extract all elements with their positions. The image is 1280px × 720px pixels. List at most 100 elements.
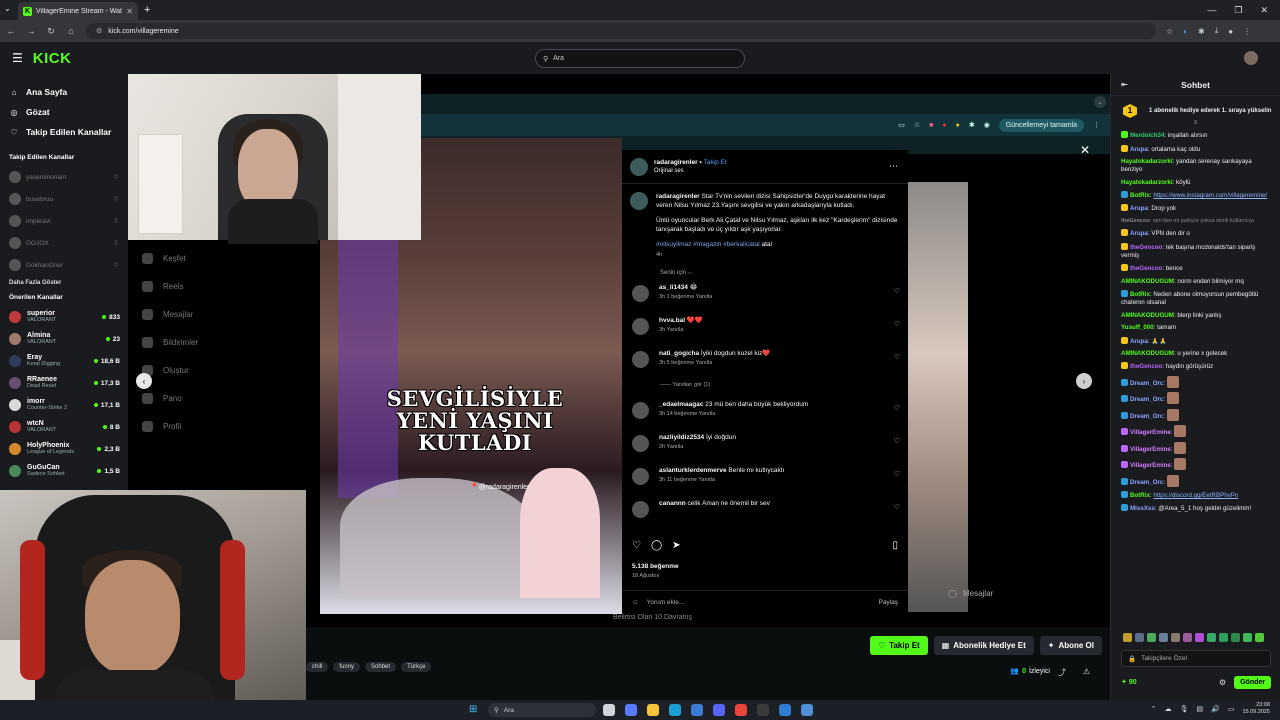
tab-close-icon[interactable]: ✕: [126, 7, 133, 16]
browser-tab[interactable]: K VillagerEmine Stream - Wat ✕: [18, 2, 138, 20]
task-view-icon[interactable]: [603, 704, 615, 716]
pen-app-icon[interactable]: [801, 704, 813, 716]
subscribe-button[interactable]: ✦ Abone Ol: [1039, 636, 1102, 655]
chat-link[interactable]: https://www.instagram.com/villageremine/: [1153, 192, 1267, 199]
chat-username[interactable]: MissXss: [1130, 505, 1155, 512]
emote-5[interactable]: [1171, 633, 1180, 642]
tag-chip[interactable]: funny: [333, 662, 361, 672]
recommended-channel[interactable]: wtcN VALORANT 8 B: [0, 416, 128, 438]
search-input[interactable]: ⚲ Ara: [535, 49, 745, 68]
recommended-channel[interactable]: GuGuCan Sadece Sohbet 1,5 B: [0, 460, 128, 482]
recommended-channel[interactable]: imorr Counter-Strike 2 17,1 B: [0, 394, 128, 416]
kick-logo[interactable]: KICK: [33, 50, 72, 67]
tag-chip[interactable]: Türkçe: [401, 662, 432, 672]
chat-username[interactable]: Dream_Orc: [1130, 479, 1163, 486]
followed-channel[interactable]: imperavi ⦸: [0, 210, 128, 232]
pinned-message[interactable]: 1 1 abonelik hediye ederek 1. sıraya yük…: [1111, 96, 1280, 120]
sidebar-nav-item[interactable]: ◎ Gözat: [9, 102, 128, 122]
chat-username[interactable]: Dream_Orc: [1130, 396, 1163, 403]
chat-username[interactable]: BotRix: [1130, 291, 1150, 298]
send-button[interactable]: Gönder: [1234, 675, 1271, 689]
chrome-icon[interactable]: [735, 704, 747, 716]
chat-username[interactable]: Merdoich34: [1130, 132, 1164, 139]
recommended-channel[interactable]: RRaenee Dead Reset 17,3 B: [0, 372, 128, 394]
recommended-channel[interactable]: Eray Keep Digging 18,6 B: [0, 350, 128, 372]
chat-username[interactable]: VillagerEmine: [1130, 429, 1171, 436]
chat-username[interactable]: Hayatokadarzorki: [1121, 179, 1173, 186]
chat-username[interactable]: theGencoo: [1130, 244, 1162, 251]
chat-username[interactable]: BotRix: [1130, 492, 1150, 499]
tab-search-chevron-icon[interactable]: ⌄: [4, 4, 11, 13]
url-field[interactable]: ⚙ kick.com/villageremine: [86, 23, 1156, 39]
chat-username[interactable]: Arupa: [1130, 338, 1148, 345]
chat-username[interactable]: Hayatokadarzorki: [1121, 158, 1173, 165]
tray-network-icon[interactable]: ▤: [1197, 705, 1204, 713]
profile-icon[interactable]: ●: [1228, 27, 1233, 36]
tray-chevron-icon[interactable]: ⌃: [1151, 705, 1157, 713]
chat-username[interactable]: AMINAKODUGUM: [1121, 278, 1174, 285]
reload-icon[interactable]: ↻: [46, 26, 56, 37]
menu-icon[interactable]: ☰: [12, 51, 23, 65]
emote-7[interactable]: [1195, 633, 1204, 642]
emote-4[interactable]: [1159, 633, 1168, 642]
show-more-link[interactable]: Daha Fazla Göster: [0, 280, 128, 286]
recommended-channel[interactable]: HolyPhoenix League of Legends 2,3 B: [0, 438, 128, 460]
chat-username[interactable]: VillagerEmine: [1130, 462, 1171, 469]
chat-username[interactable]: theGencoo: [1130, 265, 1162, 272]
forward-icon[interactable]: →: [26, 26, 36, 36]
emote-10[interactable]: [1231, 633, 1240, 642]
chat-username[interactable]: Arupa: [1130, 230, 1148, 237]
puzzle-icon[interactable]: ✱: [1198, 27, 1205, 36]
recommended-channel[interactable]: Almina VALORANT 23: [0, 328, 128, 350]
emote-9[interactable]: [1219, 633, 1228, 642]
file-explorer-icon[interactable]: [647, 704, 659, 716]
chat-username[interactable]: theGencoo: [1121, 218, 1150, 224]
chat-username[interactable]: Arupa: [1130, 146, 1148, 153]
sidebar-nav-item[interactable]: ⌂ Ana Sayfa: [9, 82, 128, 102]
windows-start-icon[interactable]: ⊞: [469, 704, 480, 715]
chat-username[interactable]: AMINAKODUGUM: [1121, 312, 1174, 319]
user-avatar[interactable]: [1244, 51, 1258, 65]
maximize-icon[interactable]: ❐: [1234, 5, 1242, 16]
download-icon[interactable]: ⤓: [1215, 26, 1219, 36]
chat-username[interactable]: AMINAKODUGUM: [1121, 350, 1174, 357]
chat-username[interactable]: VillagerEmine: [1130, 446, 1171, 453]
emote-8[interactable]: [1207, 633, 1216, 642]
chat-username[interactable]: Dream_Orc: [1130, 380, 1163, 387]
tray-mic-icon[interactable]: 🎙: [1180, 705, 1189, 713]
clock[interactable]: 23:08 15.09.2025: [1242, 702, 1270, 715]
edge-icon[interactable]: [669, 704, 681, 716]
new-tab-button[interactable]: +: [144, 4, 150, 16]
chat-link[interactable]: https://discord.gg/EetRBPhvPn: [1153, 492, 1238, 499]
chat-settings-icon[interactable]: ⚙: [1219, 678, 1226, 687]
emote-1[interactable]: [1123, 633, 1132, 642]
emote-6[interactable]: [1183, 633, 1192, 642]
chat-username[interactable]: Arupa: [1130, 205, 1148, 212]
site-info-icon[interactable]: ⚙: [96, 27, 102, 35]
store-icon[interactable]: [691, 704, 703, 716]
taskbar-search[interactable]: ⚲ Ara: [488, 703, 596, 717]
app-icon[interactable]: [779, 704, 791, 716]
collapse-chevron-icon[interactable]: ⌄: [1094, 96, 1106, 108]
tag-chip[interactable]: Sohbet: [365, 662, 397, 672]
bookmark-star-icon[interactable]: ☆: [1166, 27, 1173, 36]
copilot-icon[interactable]: [625, 704, 637, 716]
followed-channel[interactable]: yaseminonairr ⦸: [0, 166, 128, 188]
close-window-icon[interactable]: ✕: [1260, 5, 1268, 16]
back-icon[interactable]: ←: [6, 26, 16, 36]
browser-menu-icon[interactable]: ⋮: [1243, 27, 1251, 36]
emote-12[interactable]: [1255, 633, 1264, 642]
chat-input[interactable]: 🔒 Takipçilere Özel: [1121, 650, 1271, 667]
pinned-grip-icon[interactable]: ≡: [1111, 120, 1280, 126]
collapse-chat-icon[interactable]: ⇤: [1121, 80, 1128, 89]
share-stream-icon[interactable]: ⤴: [1058, 667, 1066, 678]
minimize-icon[interactable]: —: [1207, 5, 1216, 16]
sidebar-nav-item[interactable]: ♡ Takip Edilen Kanallar: [9, 122, 128, 142]
emote-2[interactable]: [1135, 633, 1144, 642]
recommended-channel[interactable]: superior VALORANT 833: [0, 306, 128, 328]
follow-button[interactable]: ♡ Takip Et: [870, 636, 928, 655]
discord-icon[interactable]: [713, 704, 725, 716]
emote-11[interactable]: [1243, 633, 1252, 642]
extension-icon[interactable]: ◐: [1183, 27, 1188, 36]
chat-username[interactable]: BotRix: [1130, 192, 1150, 199]
